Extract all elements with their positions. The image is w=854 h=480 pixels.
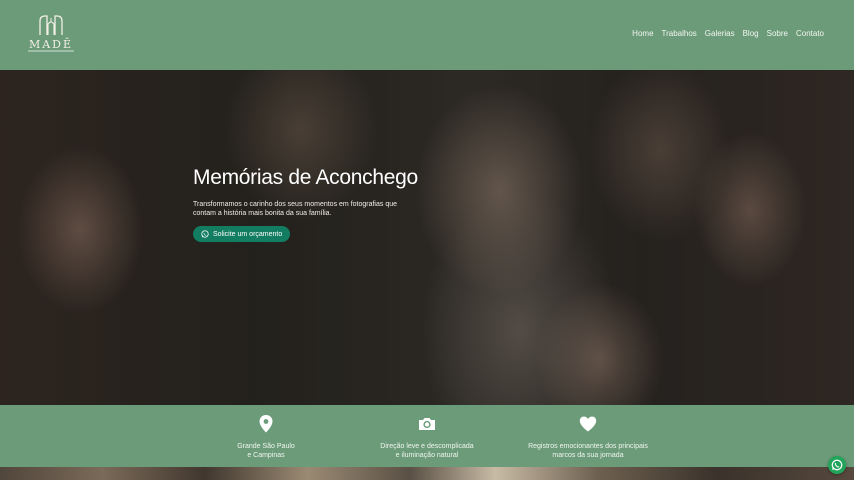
hero-section: Memórias de Aconchego Transformamos o ca… — [0, 70, 854, 405]
feature-direction: Direção leve e descomplicada e iluminaçã… — [347, 415, 507, 460]
request-quote-label: Solicite um orçamento — [213, 230, 283, 238]
feature-location: Grande São Paulo e Campinas — [186, 415, 346, 460]
feature-emotion: Registros emocionantes dos principais ma… — [508, 415, 668, 460]
heart-icon — [579, 416, 597, 432]
feature-emotion-line2: marcos da sua jornada — [552, 452, 624, 459]
map-pin-icon — [259, 415, 273, 433]
nav-sobre[interactable]: Sobre — [767, 29, 788, 38]
feature-direction-line2: e iluminação natural — [395, 452, 459, 459]
features-bar: Grande São Paulo e Campinas Direção leve… — [0, 405, 854, 467]
hero-content: Memórias de Aconchego Transformamos o ca… — [193, 166, 433, 243]
camera-icon — [419, 418, 435, 430]
main-nav: Home Trabalhos Galerias Blog Sobre Conta… — [632, 29, 824, 38]
feature-emotion-line1: Registros emocionantes dos principais — [528, 443, 648, 450]
nav-contato[interactable]: Contato — [796, 29, 824, 38]
nav-trabalhos[interactable]: Trabalhos — [662, 29, 697, 38]
logo-tagline-line — [28, 50, 74, 52]
feature-location-line2: e Campinas — [247, 452, 285, 459]
nav-galerias[interactable]: Galerias — [705, 29, 735, 38]
logo-emblem-icon — [39, 15, 63, 35]
feature-location-line1: Grande São Paulo — [237, 443, 295, 450]
hero-title: Memórias de Aconchego — [193, 166, 418, 189]
whatsapp-float-button[interactable] — [828, 456, 846, 474]
nav-home[interactable]: Home — [632, 29, 653, 38]
nav-blog[interactable]: Blog — [743, 29, 759, 38]
whatsapp-float-icon — [831, 459, 843, 471]
hero-description: Transformamos o carinho dos seus momento… — [193, 201, 398, 217]
feature-direction-line1: Direção leve e descomplicada — [380, 443, 474, 450]
brand-logo[interactable]: MADÊ — [28, 14, 74, 54]
site-header: MADÊ Home Trabalhos Galerias Blog Sobre … — [0, 0, 854, 70]
request-quote-button[interactable]: Solicite um orçamento — [193, 226, 291, 242]
gallery-preview-strip — [0, 467, 854, 480]
whatsapp-icon — [201, 230, 209, 238]
